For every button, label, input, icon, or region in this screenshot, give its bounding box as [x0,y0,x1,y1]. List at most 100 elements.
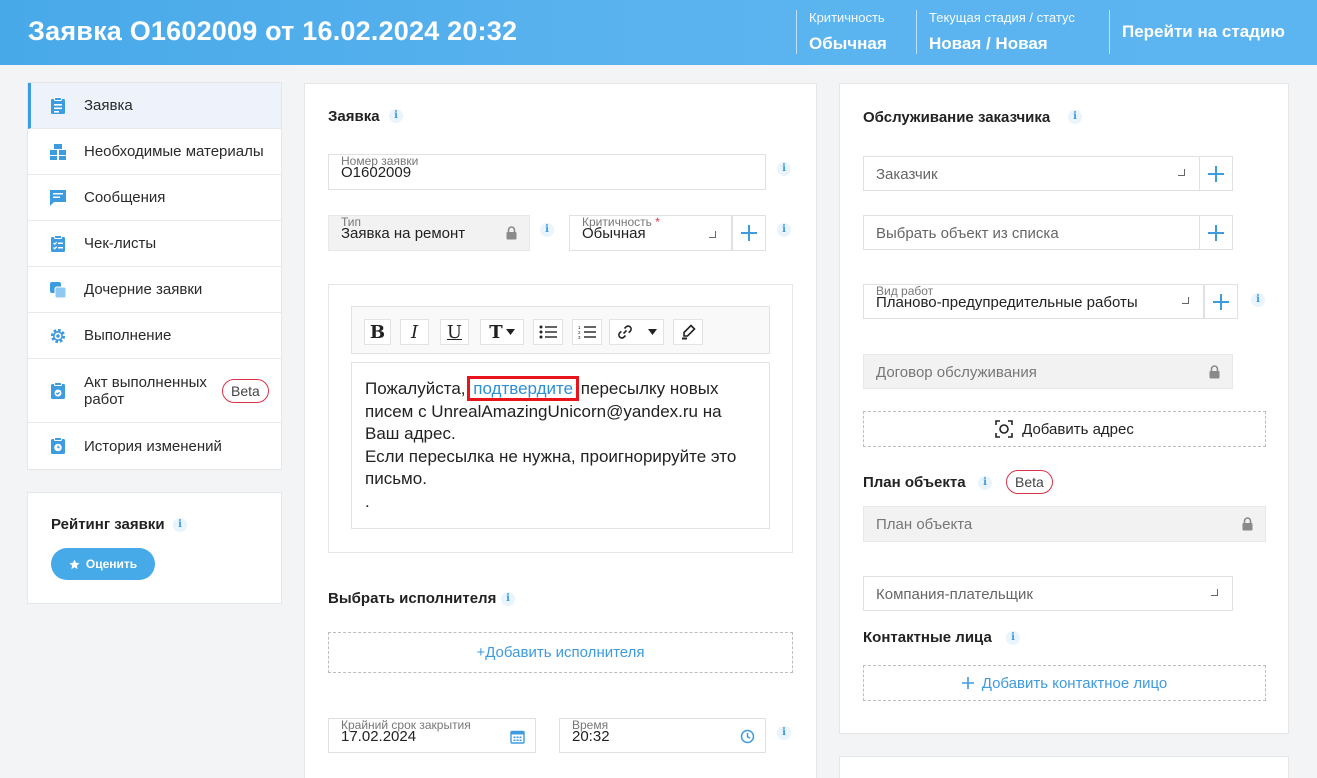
beta-badge: Beta [1006,470,1053,494]
pen-icon [682,324,696,340]
sidebar-item-label: Дочерние заявки [84,281,203,298]
numbered-list-icon: 123 [578,325,596,339]
executor-section-title: Выбрать исполнителя [328,590,497,607]
rating-panel: Рейтинг заявки i Оценить [27,492,282,604]
star-icon [69,558,80,569]
bold-button[interactable]: B [364,319,391,345]
info-icon[interactable]: i [978,476,992,490]
sidebar-item-label: Заявка [84,97,133,114]
sidebar-item-label: Выполнение [84,327,172,344]
request-type-field: Тип Заявка на ремонт [328,215,530,251]
dropdown-corner-icon [1178,169,1185,176]
deadline-date-field[interactable]: Крайний срок закрытия 17.02.2024 [328,718,536,753]
message-editor[interactable]: Пожалуйста, подтвердите пересылку новых … [351,362,770,529]
message-icon [50,189,66,206]
dropdown-corner-icon [1182,297,1189,304]
child-requests-icon [50,281,67,298]
sidebar-item-child-requests[interactable]: Дочерние заявки [28,267,281,313]
sidebar-item-history[interactable]: История изменений [28,423,281,469]
sidebar-item-act[interactable]: Акт выполненных работ Beta [28,359,281,423]
request-section-title: Заявка [328,108,380,125]
info-icon[interactable]: i [540,223,554,237]
editor-toolbar: B I U T 123 [351,306,770,354]
info-icon[interactable]: i [389,109,403,123]
boxes-icon [50,143,66,160]
underline-button[interactable]: U [440,319,469,345]
lock-icon [506,226,517,240]
info-icon[interactable]: i [1251,293,1265,307]
clipboard-icon [51,96,65,114]
info-icon[interactable]: i [777,726,791,740]
criticality-label: Критичность [809,10,885,25]
criticality-indicator: Критичность Обычная [796,10,887,54]
sidebar-nav: Заявка Необходимые материалы Сообщения Ч… [27,82,282,470]
act-icon [51,381,65,399]
stage-status-value: Новая / Новая [929,34,1048,53]
checklist-icon [51,234,65,252]
lock-icon [1209,365,1220,379]
customer-select[interactable]: Заказчик [863,156,1200,191]
info-icon[interactable]: i [777,223,791,237]
add-work-type-button[interactable] [1204,284,1238,319]
dropdown-corner-icon [709,231,716,238]
sidebar-item-messages[interactable]: Сообщения [28,175,281,221]
caret-down-icon [648,329,657,335]
payer-company-select[interactable]: Компания-плательщик [863,576,1233,611]
numbered-list-button[interactable]: 123 [572,319,602,345]
rate-button[interactable]: Оценить [51,548,155,580]
next-panel [839,756,1289,778]
link-button[interactable] [609,319,664,345]
confirm-link[interactable]: подтвердите [467,376,580,401]
stage-status-label: Текущая стадия / статус [929,10,1075,25]
italic-button[interactable]: I [400,319,429,345]
sidebar-item-materials[interactable]: Необходимые материалы [28,129,281,175]
add-contact-button[interactable]: Добавить контактное лицо [863,665,1266,701]
info-icon[interactable]: i [777,162,791,176]
plan-field: План объекта [863,506,1266,542]
rating-title: Рейтинг заявки [51,516,165,533]
beta-badge: Beta [222,379,269,403]
svg-text:3: 3 [578,335,581,339]
page-header: Заявка О1602009 от 16.02.2024 20:32 Крит… [0,0,1317,65]
text-size-button[interactable]: T [480,319,524,345]
info-icon[interactable]: i [1068,110,1082,124]
history-icon [51,437,65,454]
stage-status-indicator: Текущая стадия / статус Новая / Новая [916,10,1075,54]
sidebar-item-checklists[interactable]: Чек-листы [28,221,281,267]
sidebar-item-execution[interactable]: Выполнение [28,313,281,359]
plus-icon [961,677,974,689]
sidebar-item-label: Акт выполненных работ [84,373,207,408]
clock-icon [740,729,755,744]
work-type-select[interactable]: Вид работ Планово-предупредительные рабо… [863,284,1204,319]
criticality-value: Обычная [809,34,887,53]
target-icon [995,420,1013,438]
link-icon [618,325,632,339]
page-title: Заявка О1602009 от 16.02.2024 20:32 [28,16,518,46]
add-customer-button[interactable] [1199,156,1233,191]
add-object-button[interactable] [1199,215,1233,250]
service-section-title: Обслуживание заказчика [863,109,1051,126]
info-icon[interactable]: i [1006,631,1020,645]
criticality-select[interactable]: Критичность * Обычная [569,215,732,251]
add-executor-button[interactable]: +Добавить исполнителя [328,632,793,673]
add-address-button[interactable]: Добавить адрес [863,411,1266,447]
add-criticality-button[interactable] [732,215,766,251]
plan-section-title: План объекта [863,474,966,491]
calendar-icon [510,730,525,744]
sidebar-item-label: Необходимые материалы [84,143,264,160]
bulleted-list-button[interactable] [533,319,563,345]
highlight-button[interactable] [673,319,703,345]
gear-icon [50,328,66,343]
object-select[interactable]: Выбрать объект из списка [863,215,1200,250]
sidebar-item-label: История изменений [84,437,222,455]
info-icon[interactable]: i [501,592,515,606]
contract-field: Договор обслуживания [863,354,1233,389]
deadline-time-field[interactable]: Время 20:32 [559,718,766,753]
request-number-field[interactable]: Номер заявки О1602009 [328,154,766,190]
dropdown-corner-icon [1211,589,1218,596]
info-icon[interactable]: i [173,518,187,532]
sidebar-item-request[interactable]: Заявка [28,83,281,129]
sidebar-item-label: Чек-листы [84,235,157,252]
go-to-stage-button[interactable]: Перейти на стадию [1109,10,1285,54]
caret-down-icon [505,329,515,335]
